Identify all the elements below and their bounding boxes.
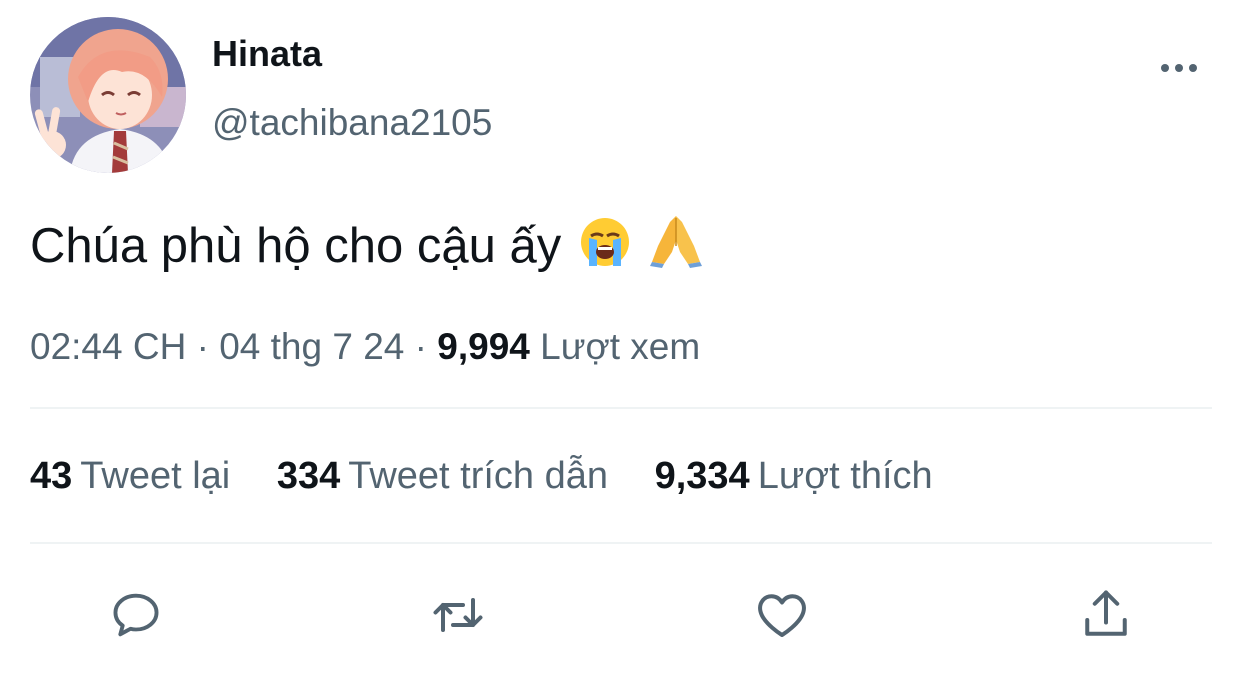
- avatar[interactable]: [30, 17, 186, 173]
- author-name[interactable]: Hinata: [212, 33, 322, 75]
- retweet-button[interactable]: [428, 585, 488, 645]
- retweet-icon: [433, 598, 483, 632]
- share-button[interactable]: [1076, 585, 1136, 645]
- reply-button[interactable]: [106, 585, 166, 645]
- share-icon: [1085, 590, 1127, 636]
- views-count: 9,994: [437, 326, 530, 367]
- like-icon: [758, 594, 806, 637]
- loudly-crying-face-icon: [579, 216, 631, 280]
- more-options-icon[interactable]: [1156, 54, 1202, 82]
- tweet-time[interactable]: 02:44 CH: [30, 326, 186, 367]
- meta-separator: ·: [414, 326, 427, 367]
- reply-icon: [113, 593, 159, 637]
- retweets-label: Tweet lại: [80, 455, 231, 497]
- likes-label: Lượt thích: [757, 455, 933, 497]
- retweets-stat[interactable]: 43 Tweet lại: [30, 455, 230, 498]
- tweet-date[interactable]: 04 thg 7 24: [219, 326, 404, 367]
- tweet-meta: 02:44 CH · 04 thg 7 24 · 9,994 Lượt xem: [30, 326, 700, 368]
- tweet-stats: 43 Tweet lại 334 Tweet trích dẫn 9,334 Lượt…: [30, 455, 969, 498]
- quote-tweets-count: 334: [276, 455, 341, 497]
- retweets-count: 43: [30, 455, 73, 497]
- meta-separator: ·: [196, 326, 209, 367]
- folded-hands-icon: [648, 212, 704, 280]
- author-handle[interactable]: @tachibana2105: [212, 102, 492, 144]
- quote-tweets-label: Tweet trích dẫn: [348, 455, 609, 497]
- quote-tweets-stat[interactable]: 334 Tweet trích dẫn: [277, 455, 608, 498]
- like-button[interactable]: [752, 585, 812, 645]
- tweet-text: Chúa phù hộ cho cậu ấy: [30, 212, 704, 280]
- likes-count: 9,334: [654, 455, 750, 497]
- divider: [30, 542, 1212, 544]
- views-label: Lượt xem: [540, 326, 701, 367]
- likes-stat[interactable]: 9,334 Lượt thích: [655, 455, 933, 498]
- tweet-body: Chúa phù hộ cho cậu ấy: [30, 219, 562, 273]
- divider: [30, 407, 1212, 409]
